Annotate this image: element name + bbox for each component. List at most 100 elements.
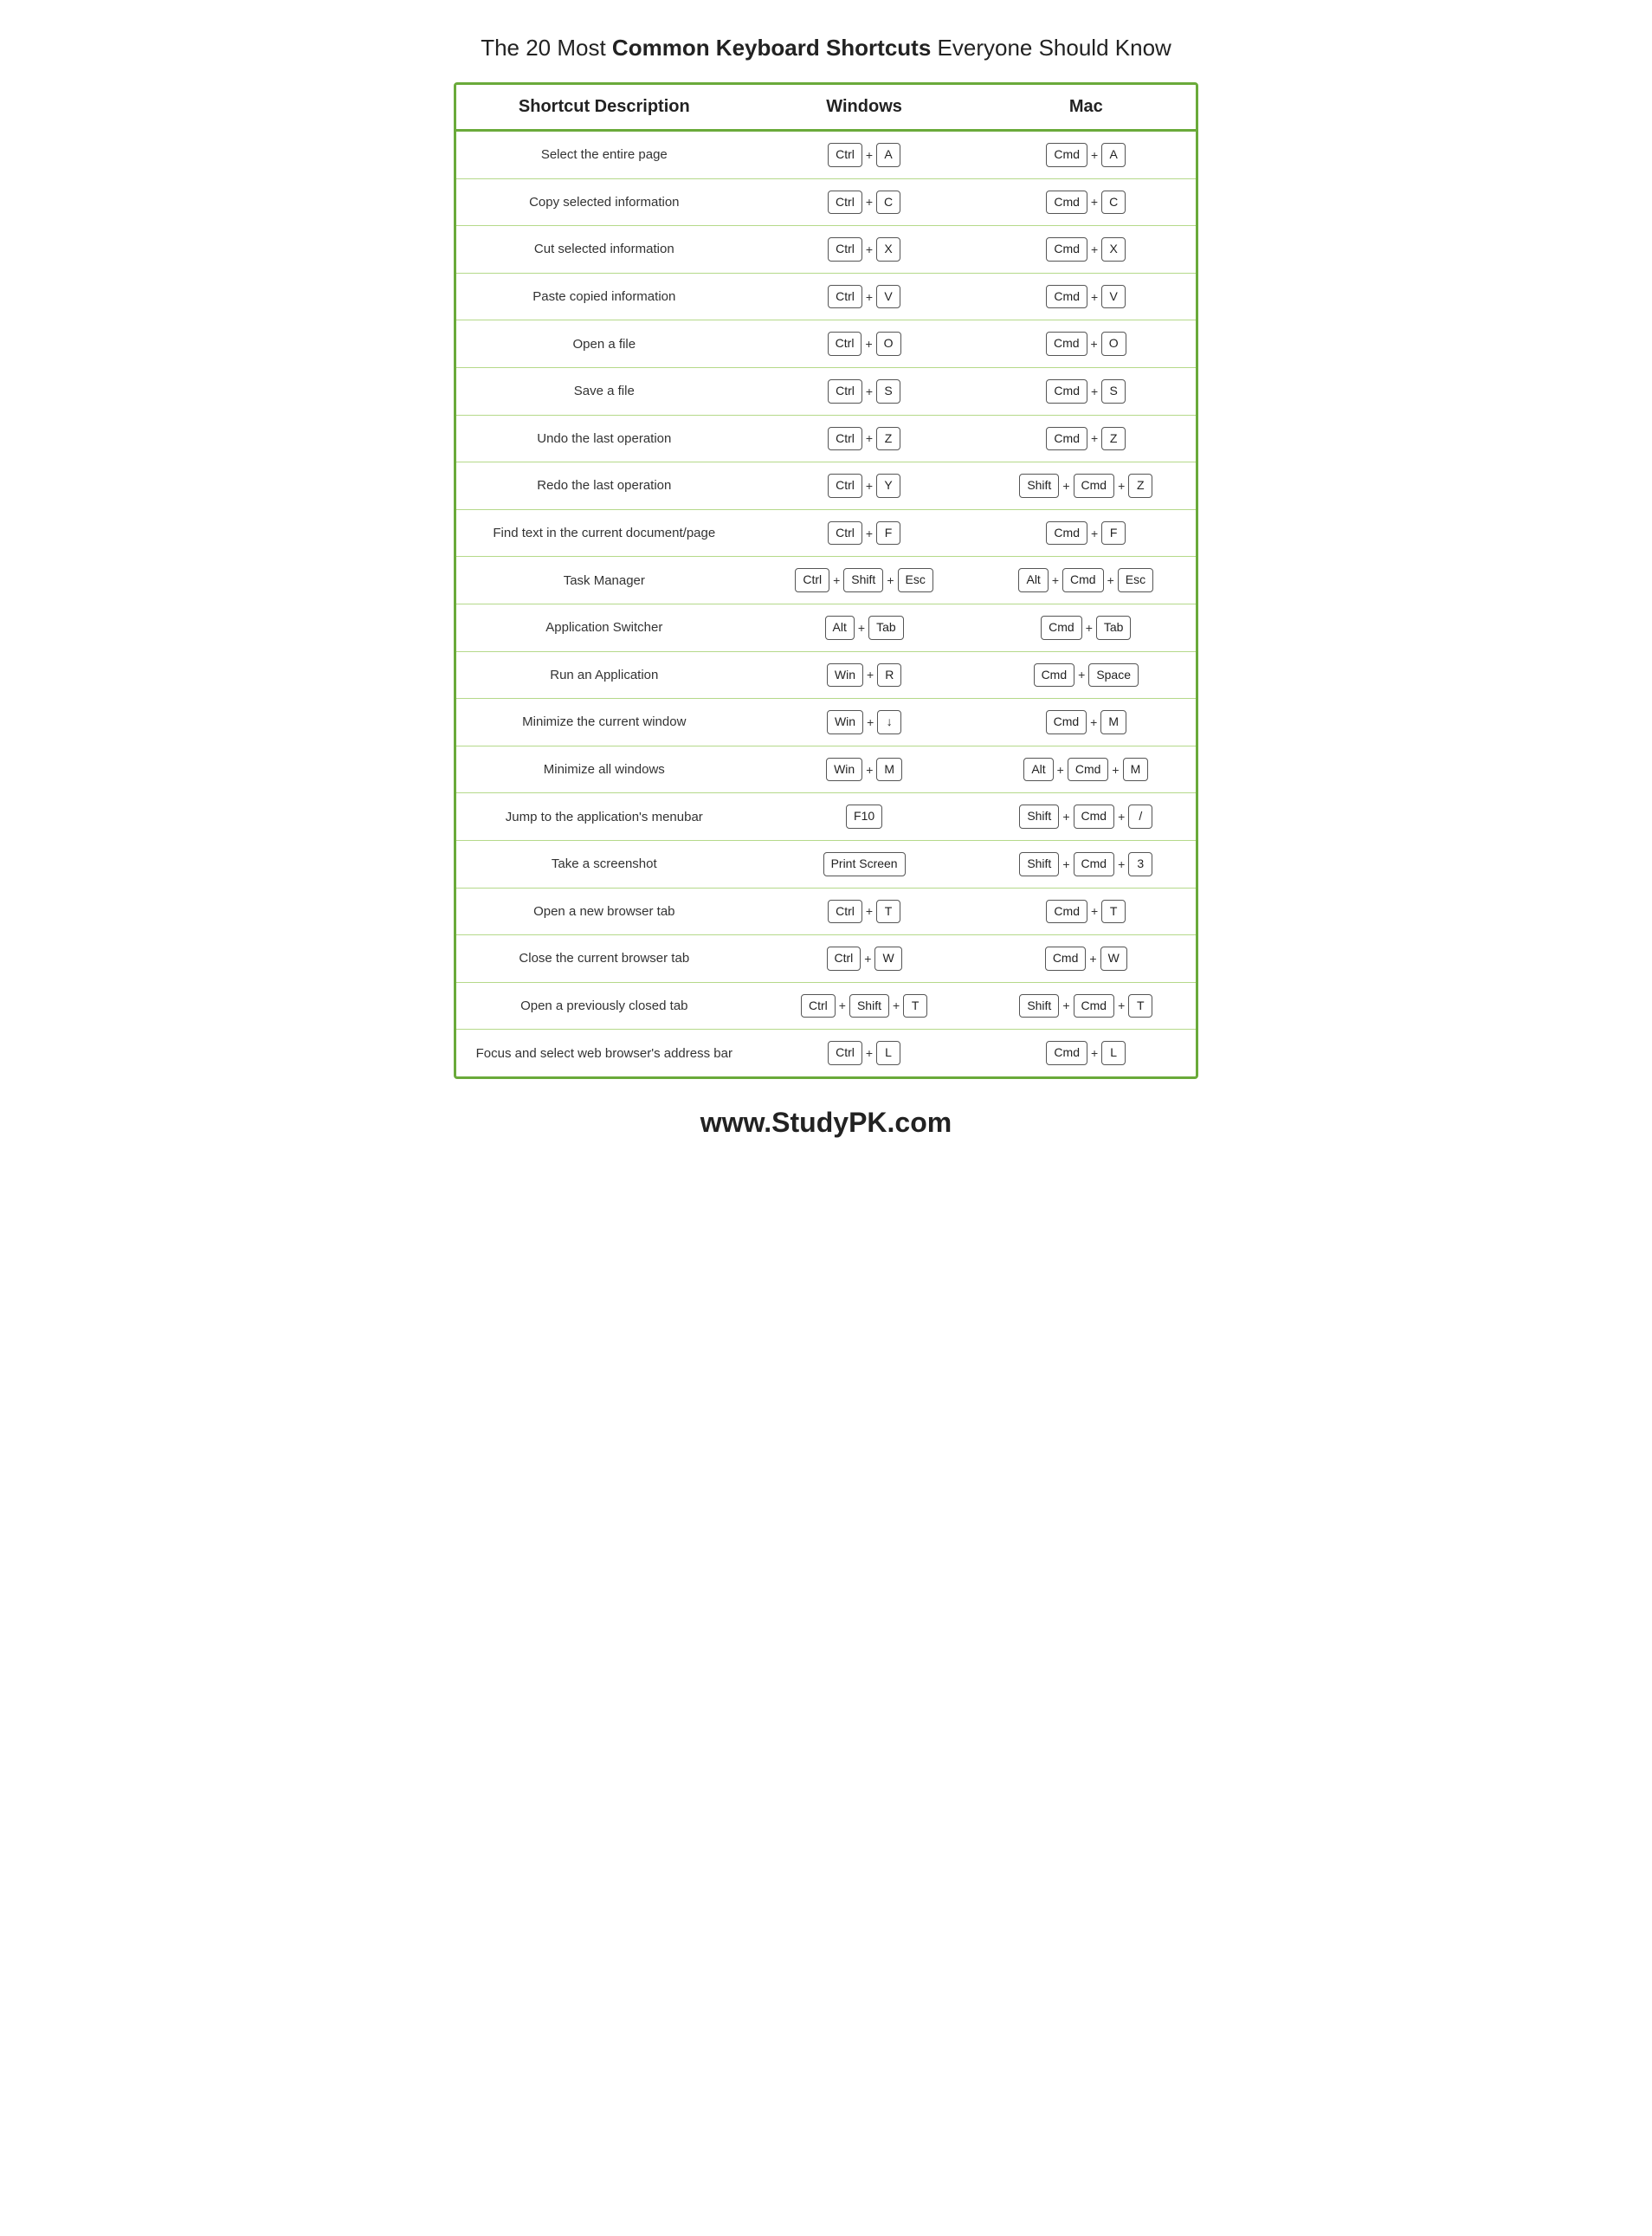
keys-combo: Cmd+F [1046,521,1126,546]
table-row: Open a new browser tabCtrl+TCmd+T [456,888,1196,935]
shortcuts-table: Shortcut Description Windows Mac Select … [456,85,1196,1076]
keys-combo: Print Screen [823,852,906,876]
key-separator: + [1078,668,1085,682]
keys-combo: Cmd+Z [1046,427,1126,451]
shortcut-windows: Alt+Tab [752,604,977,651]
key-badge: S [876,379,900,404]
key-badge: Cmd [1046,1041,1087,1065]
keys-combo: Ctrl+Z [828,427,900,451]
keys-combo: Ctrl+Y [828,474,900,498]
shortcut-description: Application Switcher [456,604,752,651]
key-badge: Y [876,474,900,498]
key-badge: L [1101,1041,1126,1065]
key-badge: Cmd [1046,521,1087,546]
keys-combo: Win+R [827,663,901,688]
shortcut-description: Close the current browser tab [456,935,752,983]
shortcut-mac: Cmd+C [977,178,1196,226]
keys-combo: Ctrl+W [827,947,902,971]
key-badge: Cmd [1046,710,1087,734]
shortcut-description: Find text in the current document/page [456,509,752,557]
key-badge: R [877,663,901,688]
key-badge: 3 [1128,852,1152,876]
shortcut-description: Open a previously closed tab [456,982,752,1030]
keys-combo: Shift+Cmd+Z [1019,474,1152,498]
keys-combo: Ctrl+A [828,143,900,167]
key-separator: + [866,385,873,398]
key-badge: Ctrl [795,568,829,592]
shortcut-windows: Ctrl+Z [752,415,977,462]
key-badge: Cmd [1074,805,1115,829]
footer-url: www.StudyPK.com [454,1107,1198,1139]
shortcut-windows: Ctrl+W [752,935,977,983]
key-badge: Ctrl [828,143,862,167]
keys-combo: Ctrl+V [828,285,900,309]
shortcut-windows: Ctrl+V [752,273,977,320]
shortcut-description: Select the entire page [456,131,752,179]
key-separator: + [866,479,873,493]
keys-combo: Cmd+X [1046,237,1126,262]
key-separator: + [864,952,871,966]
shortcut-windows: Ctrl+Shift+T [752,982,977,1030]
table-row: Jump to the application's menubar F10 Shif… [456,793,1196,841]
keys-combo: F10 [846,805,882,829]
keys-combo: Cmd+A [1046,143,1126,167]
key-badge: O [876,332,901,356]
key-separator: + [866,763,873,777]
header-windows: Windows [752,85,977,131]
key-badge: Tab [868,616,904,640]
shortcut-windows: Ctrl+Y [752,462,977,510]
shortcut-description: Paste copied information [456,273,752,320]
shortcut-mac: Alt+Cmd+M [977,746,1196,793]
shortcut-windows: Ctrl+Shift+Esc [752,557,977,604]
key-separator: + [867,668,874,682]
key-separator: + [866,290,873,304]
shortcut-description: Task Manager [456,557,752,604]
table-row: Take a screenshotPrint ScreenShift+Cmd+3 [456,840,1196,888]
page-title: The 20 Most Common Keyboard Shortcuts Ev… [454,35,1198,61]
key-badge: Ctrl [828,237,862,262]
keys-combo: Cmd+Tab [1041,616,1131,640]
key-badge: Esc [1118,568,1153,592]
table-row: Save a fileCtrl+SCmd+S [456,367,1196,415]
shortcut-windows: Ctrl+C [752,178,977,226]
shortcut-mac: Cmd+Space [977,651,1196,699]
key-separator: + [1091,337,1098,351]
keys-combo: Cmd+Space [1034,663,1139,688]
keys-combo: Cmd+V [1046,285,1126,309]
key-separator: + [1118,479,1125,493]
shortcut-description: Open a file [456,320,752,368]
keys-combo: Ctrl+O [828,332,901,356]
key-badge: Cmd [1074,852,1115,876]
shortcut-mac: Cmd+V [977,273,1196,320]
key-badge: Ctrl [828,521,862,546]
table-row: Find text in the current document/page Ct… [456,509,1196,557]
shortcut-description: Run an Application [456,651,752,699]
key-badge: Ctrl [828,427,862,451]
key-separator: + [1062,857,1069,871]
key-separator: + [1091,904,1098,918]
shortcut-mac: Shift+Cmd+/ [977,793,1196,841]
table-row: Minimize all windowsWin+MAlt+Cmd+M [456,746,1196,793]
key-badge: Z [1128,474,1152,498]
header-description: Shortcut Description [456,85,752,131]
shortcut-description: Redo the last operation [456,462,752,510]
key-badge: Alt [825,616,855,640]
key-badge: T [1128,994,1152,1018]
key-badge: Cmd [1068,758,1109,782]
key-badge: Cmd [1046,427,1087,451]
key-separator: + [867,715,874,729]
key-separator: + [1091,527,1098,540]
key-badge: Z [1101,427,1126,451]
key-badge: Cmd [1074,994,1115,1018]
key-separator: + [887,573,894,587]
key-badge: Alt [1018,568,1048,592]
key-badge: A [1101,143,1126,167]
shortcut-description: Focus and select web browser's address b… [456,1030,752,1076]
key-badge: Ctrl [828,379,862,404]
key-separator: + [893,998,900,1012]
keys-combo: Ctrl+F [828,521,900,546]
keys-combo: Shift+Cmd+T [1019,994,1152,1018]
keys-combo: Alt+Cmd+Esc [1018,568,1153,592]
shortcut-description: Jump to the application's menubar [456,793,752,841]
key-badge: Shift [1019,805,1059,829]
